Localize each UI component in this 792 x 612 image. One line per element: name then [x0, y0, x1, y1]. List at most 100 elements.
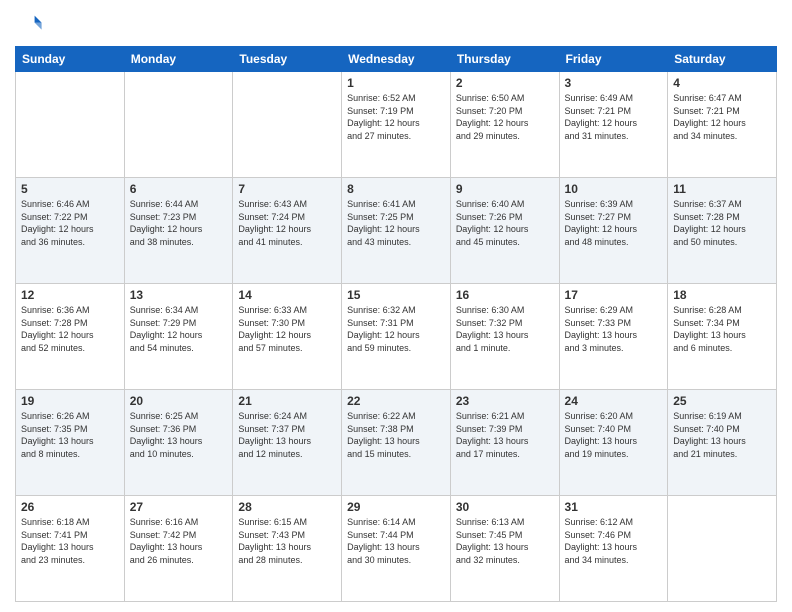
day-info: Sunrise: 6:20 AM Sunset: 7:40 PM Dayligh…: [565, 410, 663, 460]
calendar-cell: 19Sunrise: 6:26 AM Sunset: 7:35 PM Dayli…: [16, 390, 125, 496]
day-number: 15: [347, 288, 445, 302]
day-number: 25: [673, 394, 771, 408]
day-number: 31: [565, 500, 663, 514]
calendar-cell: 9Sunrise: 6:40 AM Sunset: 7:26 PM Daylig…: [450, 178, 559, 284]
col-header-monday: Monday: [124, 47, 233, 72]
calendar-cell: 10Sunrise: 6:39 AM Sunset: 7:27 PM Dayli…: [559, 178, 668, 284]
calendar-cell: 7 Sunrise: 6:43 AM Sunset: 7:24 PM Daylig…: [233, 178, 342, 284]
col-header-wednesday: Wednesday: [342, 47, 451, 72]
day-number: 7: [238, 182, 336, 196]
day-info: Sunrise: 6:18 AM Sunset: 7:41 PM Dayligh…: [21, 516, 119, 566]
day-info: Sunrise: 6:41 AM Sunset: 7:25 PM Dayligh…: [347, 198, 445, 248]
day-number: 16: [456, 288, 554, 302]
day-number: 8: [347, 182, 445, 196]
day-info: Sunrise: 6:12 AM Sunset: 7:46 PM Dayligh…: [565, 516, 663, 566]
day-info: Sunrise: 6:24 AM Sunset: 7:37 PM Dayligh…: [238, 410, 336, 460]
calendar-cell: 30 Sunrise: 6:13 AM Sunset: 7:45 PM Dayli…: [450, 496, 559, 602]
calendar-cell: 18 Sunrise: 6:28 AM Sunset: 7:34 PM Dayli…: [668, 284, 777, 390]
calendar-week-1: 1 Sunrise: 6:52 AM Sunset: 7:19 PM Daylig…: [16, 72, 777, 178]
day-number: 20: [130, 394, 228, 408]
calendar-cell: 6 Sunrise: 6:44 AM Sunset: 7:23 PM Daylig…: [124, 178, 233, 284]
calendar-week-3: 12Sunrise: 6:36 AM Sunset: 7:28 PM Dayli…: [16, 284, 777, 390]
calendar-cell: 20 Sunrise: 6:25 AM Sunset: 7:36 PM Dayli…: [124, 390, 233, 496]
day-info: Sunrise: 6:37 AM Sunset: 7:28 PM Dayligh…: [673, 198, 771, 248]
day-number: 19: [21, 394, 119, 408]
day-number: 12: [21, 288, 119, 302]
day-number: 26: [21, 500, 119, 514]
day-number: 3: [565, 76, 663, 90]
calendar-cell: 16Sunrise: 6:30 AM Sunset: 7:32 PM Dayli…: [450, 284, 559, 390]
calendar-cell: 14 Sunrise: 6:33 AM Sunset: 7:30 PM Dayli…: [233, 284, 342, 390]
day-info: Sunrise: 6:39 AM Sunset: 7:27 PM Dayligh…: [565, 198, 663, 248]
day-number: 22: [347, 394, 445, 408]
day-number: 27: [130, 500, 228, 514]
calendar-cell: 27 Sunrise: 6:16 AM Sunset: 7:42 PM Dayli…: [124, 496, 233, 602]
calendar-cell: 25 Sunrise: 6:19 AM Sunset: 7:40 PM Dayli…: [668, 390, 777, 496]
day-number: 11: [673, 182, 771, 196]
day-info: Sunrise: 6:25 AM Sunset: 7:36 PM Dayligh…: [130, 410, 228, 460]
day-info: Sunrise: 6:49 AM Sunset: 7:21 PM Dayligh…: [565, 92, 663, 142]
logo-icon: [15, 10, 43, 38]
calendar-cell: 3 Sunrise: 6:49 AM Sunset: 7:21 PM Daylig…: [559, 72, 668, 178]
day-info: Sunrise: 6:34 AM Sunset: 7:29 PM Dayligh…: [130, 304, 228, 354]
day-number: 5: [21, 182, 119, 196]
day-number: 29: [347, 500, 445, 514]
calendar-cell: 17Sunrise: 6:29 AM Sunset: 7:33 PM Dayli…: [559, 284, 668, 390]
calendar-week-5: 26 Sunrise: 6:18 AM Sunset: 7:41 PM Dayli…: [16, 496, 777, 602]
day-info: Sunrise: 6:44 AM Sunset: 7:23 PM Dayligh…: [130, 198, 228, 248]
calendar-cell: 24 Sunrise: 6:20 AM Sunset: 7:40 PM Dayli…: [559, 390, 668, 496]
day-info: Sunrise: 6:21 AM Sunset: 7:39 PM Dayligh…: [456, 410, 554, 460]
day-info: Sunrise: 6:40 AM Sunset: 7:26 PM Dayligh…: [456, 198, 554, 248]
page: SundayMondayTuesdayWednesdayThursdayFrid…: [0, 0, 792, 612]
day-info: Sunrise: 6:15 AM Sunset: 7:43 PM Dayligh…: [238, 516, 336, 566]
day-info: Sunrise: 6:47 AM Sunset: 7:21 PM Dayligh…: [673, 92, 771, 142]
day-number: 2: [456, 76, 554, 90]
col-header-friday: Friday: [559, 47, 668, 72]
day-info: Sunrise: 6:13 AM Sunset: 7:45 PM Dayligh…: [456, 516, 554, 566]
day-number: 24: [565, 394, 663, 408]
day-number: 14: [238, 288, 336, 302]
calendar-cell: 13Sunrise: 6:34 AM Sunset: 7:29 PM Dayli…: [124, 284, 233, 390]
day-info: Sunrise: 6:46 AM Sunset: 7:22 PM Dayligh…: [21, 198, 119, 248]
day-info: Sunrise: 6:52 AM Sunset: 7:19 PM Dayligh…: [347, 92, 445, 142]
calendar-cell: 1 Sunrise: 6:52 AM Sunset: 7:19 PM Daylig…: [342, 72, 451, 178]
calendar-cell: 15 Sunrise: 6:32 AM Sunset: 7:31 PM Dayli…: [342, 284, 451, 390]
col-header-tuesday: Tuesday: [233, 47, 342, 72]
day-number: 21: [238, 394, 336, 408]
day-info: Sunrise: 6:33 AM Sunset: 7:30 PM Dayligh…: [238, 304, 336, 354]
day-number: 18: [673, 288, 771, 302]
day-info: Sunrise: 6:14 AM Sunset: 7:44 PM Dayligh…: [347, 516, 445, 566]
logo: [15, 10, 45, 38]
day-number: 1: [347, 76, 445, 90]
day-info: Sunrise: 6:22 AM Sunset: 7:38 PM Dayligh…: [347, 410, 445, 460]
calendar-cell: 21 Sunrise: 6:24 AM Sunset: 7:37 PM Dayli…: [233, 390, 342, 496]
calendar-cell: [16, 72, 125, 178]
day-info: Sunrise: 6:19 AM Sunset: 7:40 PM Dayligh…: [673, 410, 771, 460]
day-info: Sunrise: 6:16 AM Sunset: 7:42 PM Dayligh…: [130, 516, 228, 566]
day-number: 6: [130, 182, 228, 196]
day-number: 30: [456, 500, 554, 514]
col-header-sunday: Sunday: [16, 47, 125, 72]
col-header-saturday: Saturday: [668, 47, 777, 72]
day-info: Sunrise: 6:43 AM Sunset: 7:24 PM Dayligh…: [238, 198, 336, 248]
day-number: 4: [673, 76, 771, 90]
calendar-cell: 12Sunrise: 6:36 AM Sunset: 7:28 PM Dayli…: [16, 284, 125, 390]
calendar-cell: 26 Sunrise: 6:18 AM Sunset: 7:41 PM Dayli…: [16, 496, 125, 602]
header: [15, 10, 777, 38]
day-number: 17: [565, 288, 663, 302]
calendar-cell: 8 Sunrise: 6:41 AM Sunset: 7:25 PM Daylig…: [342, 178, 451, 284]
day-number: 28: [238, 500, 336, 514]
day-info: Sunrise: 6:28 AM Sunset: 7:34 PM Dayligh…: [673, 304, 771, 354]
calendar-header-row: SundayMondayTuesdayWednesdayThursdayFrid…: [16, 47, 777, 72]
calendar-cell: [233, 72, 342, 178]
day-info: Sunrise: 6:32 AM Sunset: 7:31 PM Dayligh…: [347, 304, 445, 354]
calendar-cell: 23Sunrise: 6:21 AM Sunset: 7:39 PM Dayli…: [450, 390, 559, 496]
calendar-cell: 4 Sunrise: 6:47 AM Sunset: 7:21 PM Daylig…: [668, 72, 777, 178]
calendar-cell: 2Sunrise: 6:50 AM Sunset: 7:20 PM Daylig…: [450, 72, 559, 178]
calendar-cell: [124, 72, 233, 178]
calendar-week-2: 5 Sunrise: 6:46 AM Sunset: 7:22 PM Daylig…: [16, 178, 777, 284]
col-header-thursday: Thursday: [450, 47, 559, 72]
calendar-cell: 31 Sunrise: 6:12 AM Sunset: 7:46 PM Dayli…: [559, 496, 668, 602]
calendar-cell: [668, 496, 777, 602]
calendar-week-4: 19Sunrise: 6:26 AM Sunset: 7:35 PM Dayli…: [16, 390, 777, 496]
